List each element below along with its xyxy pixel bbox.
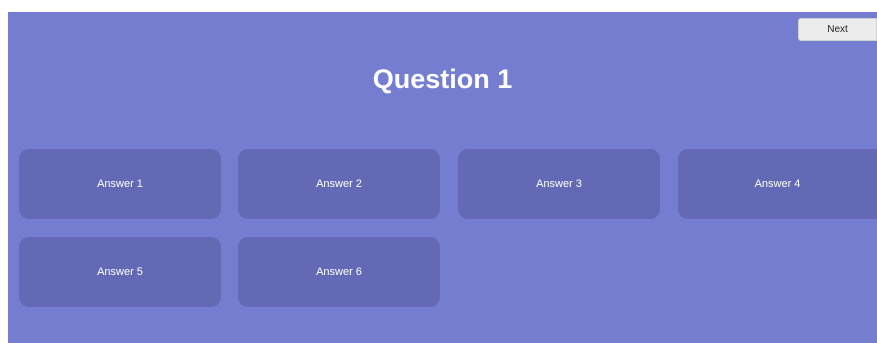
answer-button-3[interactable]: Answer 3 bbox=[458, 149, 660, 219]
next-button[interactable]: Next bbox=[798, 18, 877, 41]
answer-button-4[interactable]: Answer 4 bbox=[678, 149, 877, 219]
answer-button-5[interactable]: Answer 5 bbox=[19, 237, 221, 307]
answer-button-6[interactable]: Answer 6 bbox=[238, 237, 440, 307]
answer-button-1[interactable]: Answer 1 bbox=[19, 149, 221, 219]
question-title: Question 1 bbox=[372, 64, 513, 94]
answer-button-2[interactable]: Answer 2 bbox=[238, 149, 440, 219]
quiz-panel: Next Question 1 Answer 1 Answer 2 Answer… bbox=[8, 12, 877, 343]
